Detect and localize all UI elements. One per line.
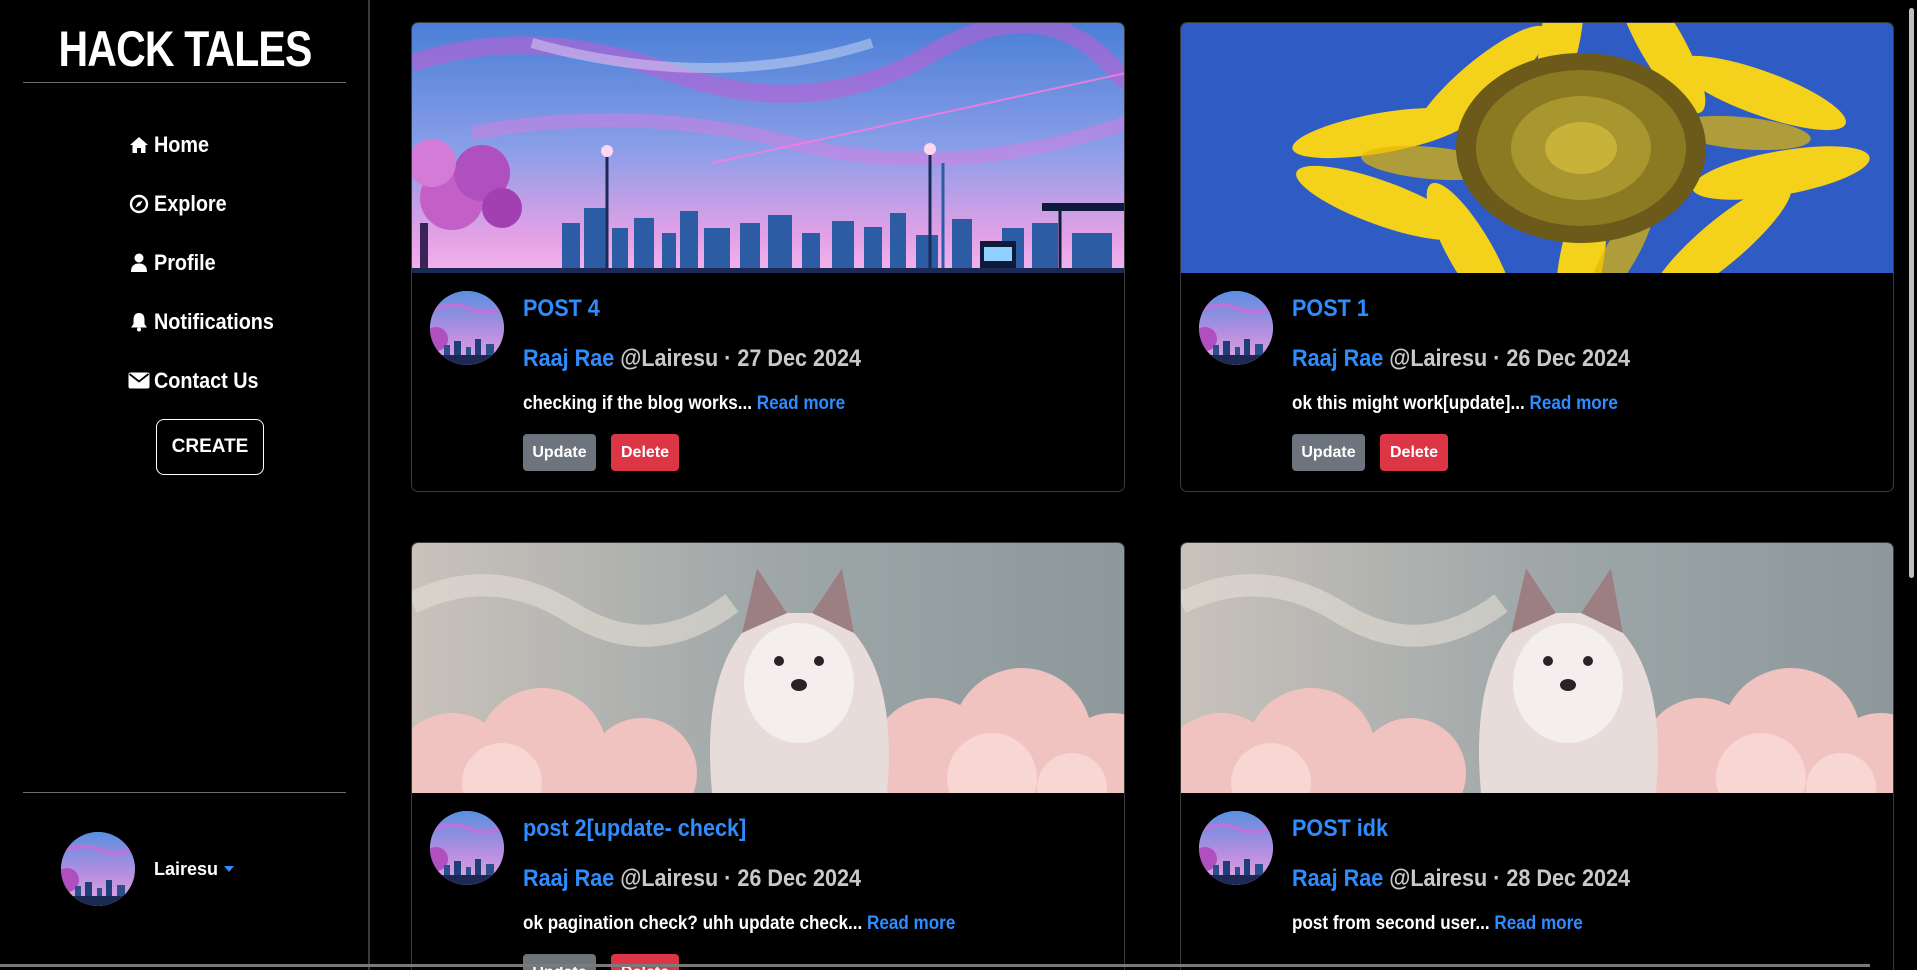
delete-button[interactable]: Delete: [611, 434, 679, 471]
user-menu[interactable]: Lairesu: [61, 832, 235, 906]
author-avatar[interactable]: [430, 811, 504, 885]
vertical-scrollbar[interactable]: [1905, 0, 1917, 970]
excerpt-text: ok this might work[update]...: [1292, 393, 1525, 414]
read-more-link[interactable]: Read more: [1530, 393, 1618, 414]
post-title[interactable]: post 2[update- check]: [523, 815, 746, 843]
brand-logo[interactable]: HACK TALES: [33, 20, 336, 78]
user-icon: [128, 252, 150, 274]
post-meta: Raaj Rae @Lairesu · 26 Dec 2024: [1292, 345, 1630, 373]
post-meta: Raaj Rae @Lairesu · 28 Dec 2024: [1292, 865, 1630, 893]
post-date: 28 Dec 2024: [1506, 865, 1631, 892]
author-avatar[interactable]: [430, 291, 504, 365]
post-meta: Raaj Rae @Lairesu · 27 Dec 2024: [523, 345, 861, 373]
scrollbar-thumb[interactable]: [1909, 8, 1914, 578]
avatar: [61, 832, 135, 906]
post-card: POST 4 Raaj Rae @Lairesu · 27 Dec 2024 c…: [411, 22, 1125, 492]
excerpt-text: post from second user...: [1292, 913, 1490, 934]
author-handle: @Lairesu: [1389, 865, 1488, 892]
author-name[interactable]: Raaj Rae: [523, 345, 614, 372]
sidebar-item-explore[interactable]: Explore: [128, 174, 287, 233]
sidebar-item-label: Notifications: [154, 308, 274, 334]
post-image[interactable]: [412, 543, 1124, 793]
post-excerpt: post from second user... Read more: [1292, 913, 1583, 935]
excerpt-text: checking if the blog works...: [523, 393, 752, 414]
sidebar-item-label: Home: [154, 131, 210, 157]
excerpt-text: ok pagination check? uhh update check...: [523, 913, 863, 934]
compass-icon: [128, 193, 150, 215]
divider: [23, 82, 346, 83]
author-avatar[interactable]: [1199, 811, 1273, 885]
envelope-icon: [128, 370, 150, 392]
post-image[interactable]: [412, 23, 1124, 273]
author-avatar[interactable]: [1199, 291, 1273, 365]
author-handle: @Lairesu: [1389, 345, 1488, 372]
author-name[interactable]: Raaj Rae: [1292, 345, 1383, 372]
sidebar-item-label: Explore: [154, 190, 227, 216]
read-more-link[interactable]: Read more: [867, 913, 955, 934]
post-title[interactable]: POST 4: [523, 295, 600, 323]
post-date: 26 Dec 2024: [1506, 345, 1631, 372]
divider: [23, 792, 346, 793]
post-card: POST 1 Raaj Rae @Lairesu · 26 Dec 2024 o…: [1180, 22, 1894, 492]
post-card: post 2[update- check] Raaj Rae @Lairesu …: [411, 542, 1125, 970]
sidebar-item-contact[interactable]: Contact Us: [128, 351, 287, 410]
read-more-link[interactable]: Read more: [1494, 913, 1582, 934]
post-actions: Update Delete: [523, 954, 679, 970]
delete-button[interactable]: Delete: [1380, 434, 1448, 471]
sidebar: HACK TALES Home Explore Profile Notifica…: [0, 0, 370, 970]
read-more-link[interactable]: Read more: [757, 393, 845, 414]
sidebar-item-profile[interactable]: Profile: [128, 233, 287, 292]
caret-down-icon: [224, 866, 235, 872]
post-excerpt: ok this might work[update]... Read more: [1292, 393, 1618, 415]
bell-icon: [128, 311, 150, 333]
home-icon: [128, 134, 150, 156]
sidebar-nav: Home Explore Profile Notifications Conta…: [128, 115, 287, 410]
author-handle: @Lairesu: [620, 865, 719, 892]
author-handle: @Lairesu: [620, 345, 719, 372]
meta-separator: ·: [724, 345, 732, 372]
meta-separator: ·: [1493, 865, 1501, 892]
username-dropdown[interactable]: Lairesu: [154, 858, 235, 880]
post-date: 27 Dec 2024: [737, 345, 862, 372]
update-button[interactable]: Update: [1292, 434, 1365, 471]
post-title[interactable]: POST idk: [1292, 815, 1388, 843]
delete-button[interactable]: Delete: [611, 954, 679, 970]
update-button[interactable]: Update: [523, 434, 596, 471]
create-button[interactable]: CREATE: [156, 419, 264, 475]
post-date: 26 Dec 2024: [737, 865, 862, 892]
post-title[interactable]: POST 1: [1292, 295, 1369, 323]
post-excerpt: ok pagination check? uhh update check...…: [523, 913, 955, 935]
author-name[interactable]: Raaj Rae: [523, 865, 614, 892]
sidebar-item-label: Profile: [154, 249, 216, 275]
sidebar-item-home[interactable]: Home: [128, 115, 287, 174]
username: Lairesu: [154, 858, 219, 879]
author-name[interactable]: Raaj Rae: [1292, 865, 1383, 892]
post-meta: Raaj Rae @Lairesu · 26 Dec 2024: [523, 865, 861, 893]
horizontal-scrollbar[interactable]: [0, 964, 1870, 967]
meta-separator: ·: [724, 865, 732, 892]
meta-separator: ·: [1493, 345, 1501, 372]
post-image[interactable]: [1181, 23, 1893, 273]
post-excerpt: checking if the blog works... Read more: [523, 393, 845, 415]
post-card: POST idk Raaj Rae @Lairesu · 28 Dec 2024…: [1180, 542, 1894, 970]
post-actions: Update Delete: [523, 434, 679, 471]
sidebar-item-label: Contact Us: [154, 367, 259, 393]
post-actions: Update Delete: [1292, 434, 1448, 471]
post-image[interactable]: [1181, 543, 1893, 793]
update-button[interactable]: Update: [523, 954, 596, 970]
sidebar-item-notifications[interactable]: Notifications: [128, 292, 287, 351]
